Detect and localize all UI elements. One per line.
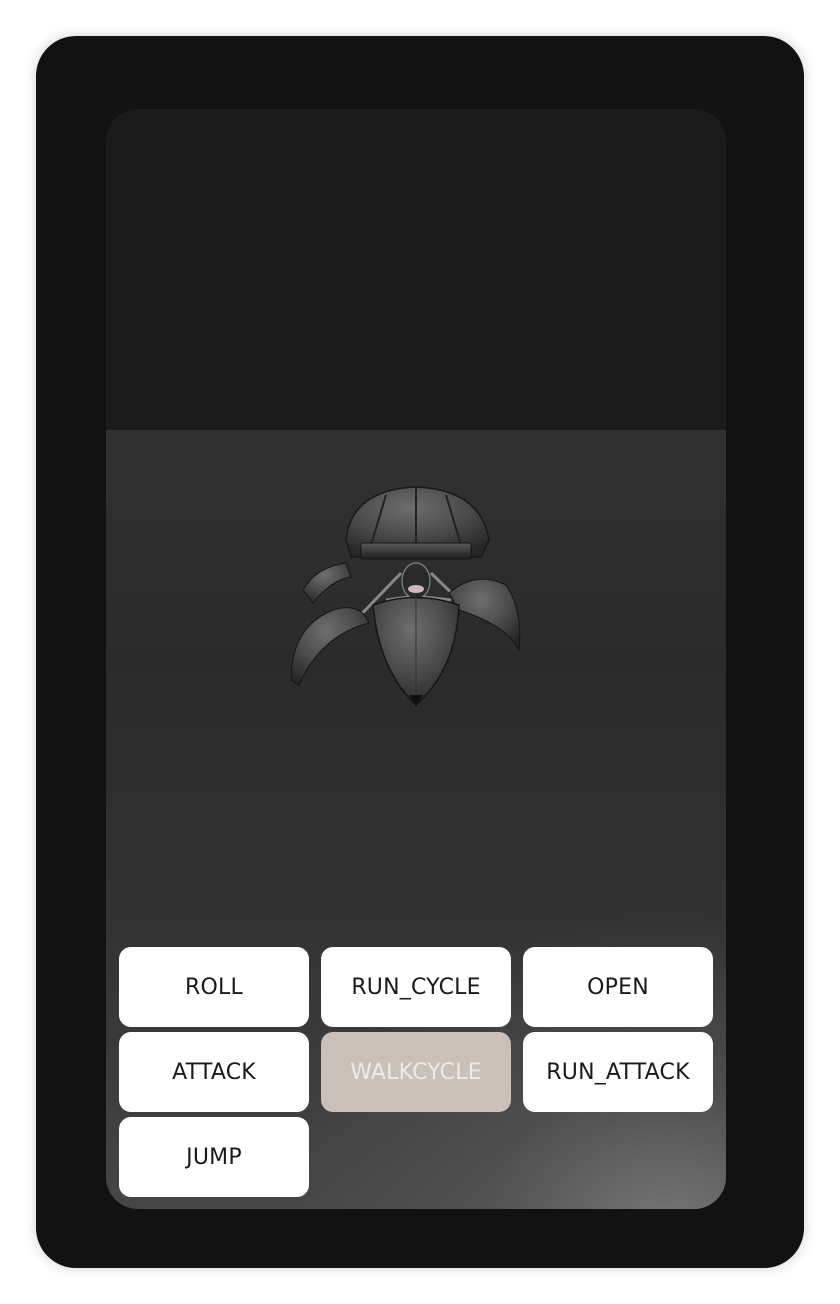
3d-viewport[interactable]: ROLL RUN_CYCLE OPEN ATTACK WALKCYCLE RUN…: [106, 430, 726, 1209]
app-screen: ROLL RUN_CYCLE OPEN ATTACK WALKCYCLE RUN…: [106, 109, 726, 1209]
roll-button[interactable]: ROLL: [119, 947, 309, 1027]
device-frame: ROLL RUN_CYCLE OPEN ATTACK WALKCYCLE RUN…: [36, 36, 804, 1268]
walkcycle-button[interactable]: WALKCYCLE: [321, 1032, 511, 1112]
jump-button[interactable]: JUMP: [119, 1117, 309, 1197]
run-cycle-button[interactable]: RUN_CYCLE: [321, 947, 511, 1027]
top-empty-area: [106, 109, 726, 430]
robot-model-icon: [291, 486, 521, 707]
attack-button[interactable]: ATTACK: [119, 1032, 309, 1112]
open-button[interactable]: OPEN: [523, 947, 713, 1027]
run-attack-button[interactable]: RUN_ATTACK: [523, 1032, 713, 1112]
